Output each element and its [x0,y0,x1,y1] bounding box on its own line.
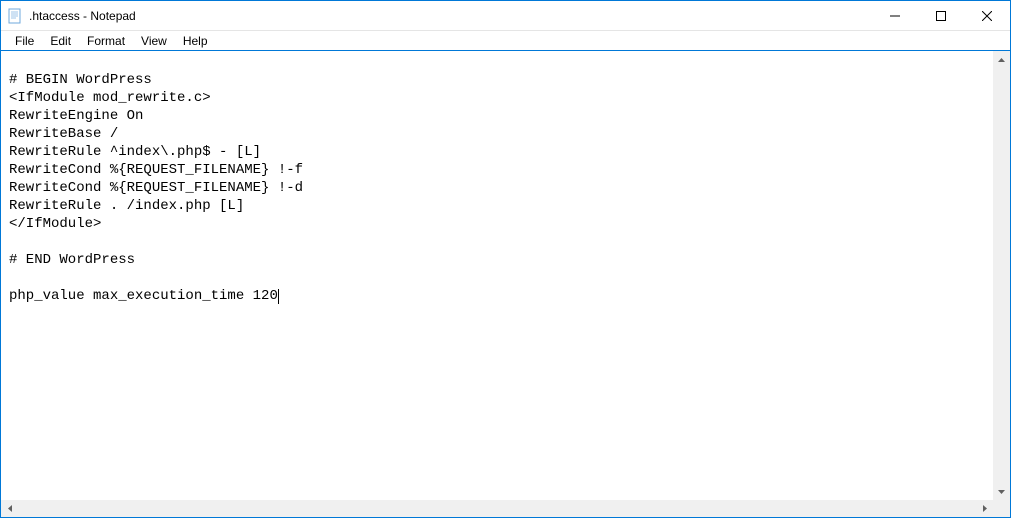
text-editor[interactable]: # BEGIN WordPress <IfModule mod_rewrite.… [1,51,993,500]
maximize-button[interactable] [918,1,964,31]
notepad-icon [7,8,23,24]
menu-help[interactable]: Help [175,32,216,50]
horizontal-scrollbar[interactable] [1,500,993,517]
vertical-scroll-track[interactable] [993,68,1010,483]
menu-file[interactable]: File [7,32,42,50]
menu-format[interactable]: Format [79,32,133,50]
window-controls [872,1,1010,31]
vertical-scrollbar[interactable] [993,51,1010,500]
menubar: File Edit Format View Help [1,31,1010,51]
text-caret [278,289,279,304]
scroll-left-arrow-icon[interactable] [1,500,18,517]
scroll-right-arrow-icon[interactable] [976,500,993,517]
scroll-up-arrow-icon[interactable] [993,51,1010,68]
close-button[interactable] [964,1,1010,31]
scroll-corner [993,500,1010,517]
window-title: .htaccess - Notepad [29,9,136,23]
menu-edit[interactable]: Edit [42,32,79,50]
menu-view[interactable]: View [133,32,175,50]
editor-area: # BEGIN WordPress <IfModule mod_rewrite.… [1,51,1010,517]
minimize-button[interactable] [872,1,918,31]
titlebar[interactable]: .htaccess - Notepad [1,1,1010,31]
horizontal-scroll-track[interactable] [18,500,976,517]
scroll-down-arrow-icon[interactable] [993,483,1010,500]
editor-text: # BEGIN WordPress <IfModule mod_rewrite.… [9,72,303,304]
